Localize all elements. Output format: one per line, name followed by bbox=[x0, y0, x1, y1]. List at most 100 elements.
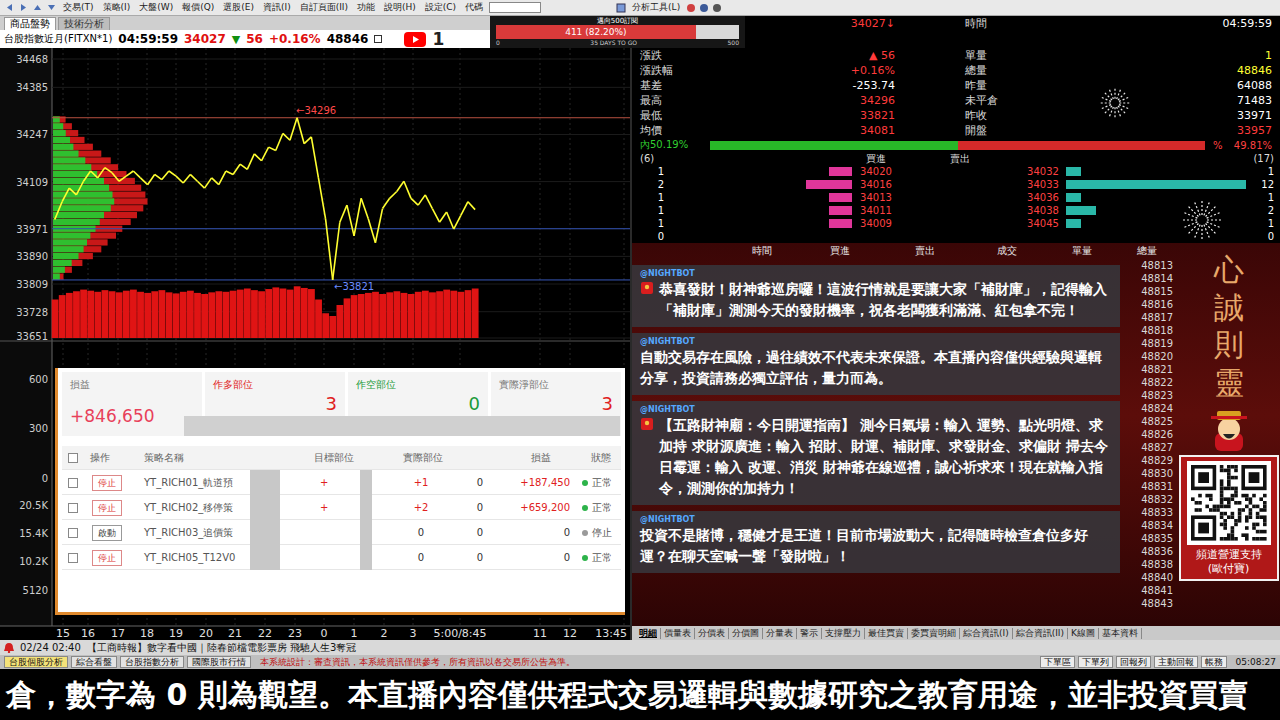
graphic-part bbox=[1263, 508, 1267, 512]
profile-buy-bar bbox=[53, 151, 79, 157]
view-tab[interactable]: 警示 bbox=[797, 628, 822, 639]
price-segment bbox=[290, 118, 297, 141]
workspace-tab[interactable]: 綜合看盤 bbox=[71, 656, 117, 668]
view-tab[interactable]: 價量表 bbox=[661, 628, 695, 639]
news-time: 02/24 02:40 bbox=[20, 642, 81, 653]
summary-value: 0 bbox=[356, 393, 480, 415]
strategy-name: YT_RICH05_T12V0 bbox=[144, 552, 235, 563]
graphic-part bbox=[1194, 501, 1198, 505]
menu-item[interactable]: 設定(C) bbox=[422, 1, 459, 14]
order-button[interactable]: 下單列 bbox=[1078, 656, 1113, 668]
strategy-row[interactable]: 停止YT_RICH02_移停策++20+659,200正常 bbox=[62, 495, 621, 520]
code-field[interactable] bbox=[489, 2, 541, 13]
bid-bar-track bbox=[806, 219, 852, 228]
volume-bar bbox=[329, 316, 336, 338]
stop-button[interactable]: 停止 bbox=[92, 475, 122, 491]
stop-button[interactable]: 停止 bbox=[92, 500, 122, 516]
profile-buy-bar bbox=[53, 267, 65, 273]
graphic-part bbox=[1198, 494, 1202, 498]
support-subtitle: (歐付寶) bbox=[1208, 562, 1250, 576]
quote-row: 均價34081開盤33957 bbox=[632, 123, 1280, 138]
graphic-part bbox=[1119, 97, 1130, 102]
tick-total: 48823 bbox=[1120, 389, 1173, 402]
view-tab[interactable]: 綜合資訊(I) bbox=[960, 628, 1013, 639]
pad bbox=[632, 78, 640, 93]
graphic-part bbox=[1255, 537, 1259, 541]
price-segment bbox=[326, 219, 333, 280]
quote-label: 漲跌幅 bbox=[640, 63, 700, 78]
disclaimer-text: 倉，數字為 0 則為觀望。本直播內容僅供程式交易邏輯與數據研究之教育用途，並非投… bbox=[6, 677, 1248, 712]
stop-button[interactable]: 停止 bbox=[92, 550, 122, 566]
price-segment bbox=[411, 198, 418, 205]
menu-item[interactable]: 策略(I) bbox=[100, 1, 134, 14]
row-checkbox[interactable] bbox=[68, 553, 78, 563]
chat-author: @NIGHTBOT bbox=[640, 514, 695, 525]
row-checkbox[interactable] bbox=[68, 503, 78, 513]
strategy-row[interactable]: 停止YT_RICH01_軌道預++10+187,450正常 bbox=[62, 470, 621, 495]
view-tab[interactable]: 分量表 bbox=[763, 628, 797, 639]
menu-item[interactable]: 說明(H) bbox=[381, 1, 419, 14]
graphic-part bbox=[1218, 418, 1240, 440]
indicator-tick: 20.5K bbox=[19, 500, 48, 511]
order-button[interactable]: 帳務 bbox=[1201, 656, 1227, 668]
profile-sell-bar bbox=[53, 198, 148, 204]
order-button[interactable]: 回報列 bbox=[1116, 656, 1151, 668]
in-out-ratio: 內50.19%%49.81% bbox=[632, 138, 1280, 152]
menu-item[interactable]: 交易(T) bbox=[60, 1, 97, 14]
menu-item[interactable]: 自訂頁面(II) bbox=[297, 1, 351, 14]
graphic-part bbox=[1248, 508, 1252, 512]
analysis-tools-menu[interactable]: 分析工具(L) bbox=[616, 1, 722, 14]
menu-item[interactable]: 大盤(W) bbox=[136, 1, 176, 14]
profile-buy-bar bbox=[53, 130, 66, 136]
view-tab[interactable]: 委買賣明細 bbox=[908, 628, 960, 639]
menu-item[interactable]: 選股(E) bbox=[220, 1, 257, 14]
chat-text-row: 自動交易存在風險，過往績效不代表未來保證。本直播內容僅供經驗與邏輯分享，投資請務… bbox=[640, 347, 1112, 389]
menu-item[interactable]: 資訊(I) bbox=[260, 1, 294, 14]
view-tab[interactable]: K線圖 bbox=[1068, 628, 1099, 639]
support-title: 頻道營運支持 bbox=[1196, 548, 1262, 562]
view-tab[interactable]: 分價表 bbox=[695, 628, 729, 639]
row-checkbox[interactable] bbox=[68, 478, 78, 488]
total-volume: 48846 bbox=[327, 32, 369, 46]
order-button[interactable]: 下單區 bbox=[1040, 656, 1075, 668]
panel-tab[interactable]: 商品盤勢 bbox=[4, 17, 56, 30]
profile-sell-bar bbox=[53, 205, 143, 211]
graphic-part bbox=[1109, 88, 1114, 99]
menu-item[interactable]: 功能 bbox=[354, 1, 378, 14]
view-tab[interactable]: 分價圖 bbox=[729, 628, 763, 639]
panel-tab[interactable]: 技術分析 bbox=[58, 17, 110, 30]
view-tab[interactable]: 最佳買賣 bbox=[865, 628, 908, 639]
ask-quantity: 12 bbox=[1246, 178, 1280, 191]
menu-item[interactable]: 報價(Q) bbox=[179, 1, 217, 14]
view-tab[interactable]: 明細 bbox=[636, 628, 661, 639]
graphic-part bbox=[1263, 501, 1267, 505]
workspace-tab[interactable]: 國際股市行情 bbox=[187, 656, 251, 668]
strategy-row[interactable]: 停止YT_RICH05_T12V0000正常 bbox=[62, 545, 621, 570]
pad bbox=[632, 63, 640, 78]
price-segment bbox=[240, 164, 247, 169]
price-segment bbox=[105, 168, 112, 173]
price-segment bbox=[83, 171, 90, 181]
news-headline[interactable]: 【工商時報】數字看中國｜陸春節檔電影票房 飛馳人生3奪冠 bbox=[87, 641, 357, 655]
view-tab[interactable]: 綜合資訊(II) bbox=[1013, 628, 1068, 639]
volume-bar bbox=[301, 288, 308, 338]
start-button[interactable]: 啟動 bbox=[92, 525, 122, 541]
graphic-part bbox=[1248, 512, 1252, 516]
view-tab[interactable]: 支撐壓力 bbox=[822, 628, 865, 639]
view-tab[interactable]: 基本資料 bbox=[1099, 628, 1142, 639]
ask-price: 34038 bbox=[1020, 204, 1066, 217]
profile-buy-bar bbox=[53, 260, 72, 266]
row-checkbox[interactable] bbox=[68, 528, 78, 538]
volume-bar bbox=[358, 294, 365, 338]
graphic-part bbox=[1230, 494, 1234, 498]
header-checkbox[interactable] bbox=[68, 453, 78, 463]
workspace-tab[interactable]: 台股指數分析 bbox=[120, 656, 184, 668]
workspace-tab[interactable]: 台股個股分析 bbox=[4, 656, 68, 668]
strategy-row[interactable]: 啟動YT_RICH03_追價策000停止 bbox=[62, 520, 621, 545]
graphic-part bbox=[1245, 515, 1249, 519]
profile-sell-bar bbox=[53, 185, 141, 191]
graphic-part bbox=[1245, 519, 1249, 523]
order-button[interactable]: 主動回報 bbox=[1154, 656, 1198, 668]
time-label: 12 bbox=[563, 627, 577, 640]
redaction-block bbox=[360, 495, 372, 520]
